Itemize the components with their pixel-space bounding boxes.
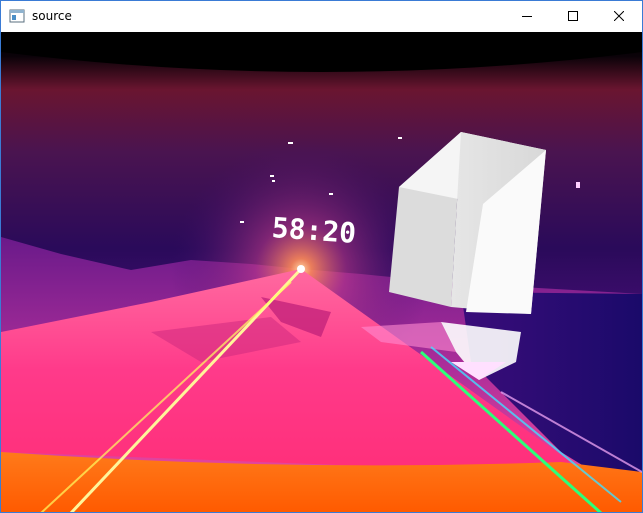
title-bar[interactable]: source bbox=[1, 1, 642, 31]
light-point bbox=[297, 265, 305, 273]
app-window-icon bbox=[9, 9, 25, 23]
debris-2 bbox=[270, 175, 274, 177]
close-icon bbox=[614, 11, 624, 21]
window-title: source bbox=[32, 9, 72, 23]
debris-4 bbox=[329, 193, 333, 195]
maximize-button[interactable] bbox=[550, 1, 596, 31]
debris-5 bbox=[240, 221, 244, 223]
maximize-icon bbox=[568, 11, 578, 21]
debris-6 bbox=[398, 137, 402, 139]
caption-buttons bbox=[504, 1, 642, 31]
minimize-icon bbox=[522, 16, 532, 17]
game-timer: 58:20 bbox=[271, 211, 357, 250]
minimize-button[interactable] bbox=[504, 1, 550, 31]
app-window: source 58:20 bbox=[0, 0, 643, 513]
game-viewport[interactable]: 58:20 bbox=[1, 32, 642, 512]
debris-7 bbox=[576, 182, 580, 188]
close-button[interactable] bbox=[596, 1, 642, 31]
debris-1 bbox=[288, 142, 293, 144]
debris-3 bbox=[272, 180, 275, 182]
game-scene: 58:20 bbox=[1, 32, 642, 512]
